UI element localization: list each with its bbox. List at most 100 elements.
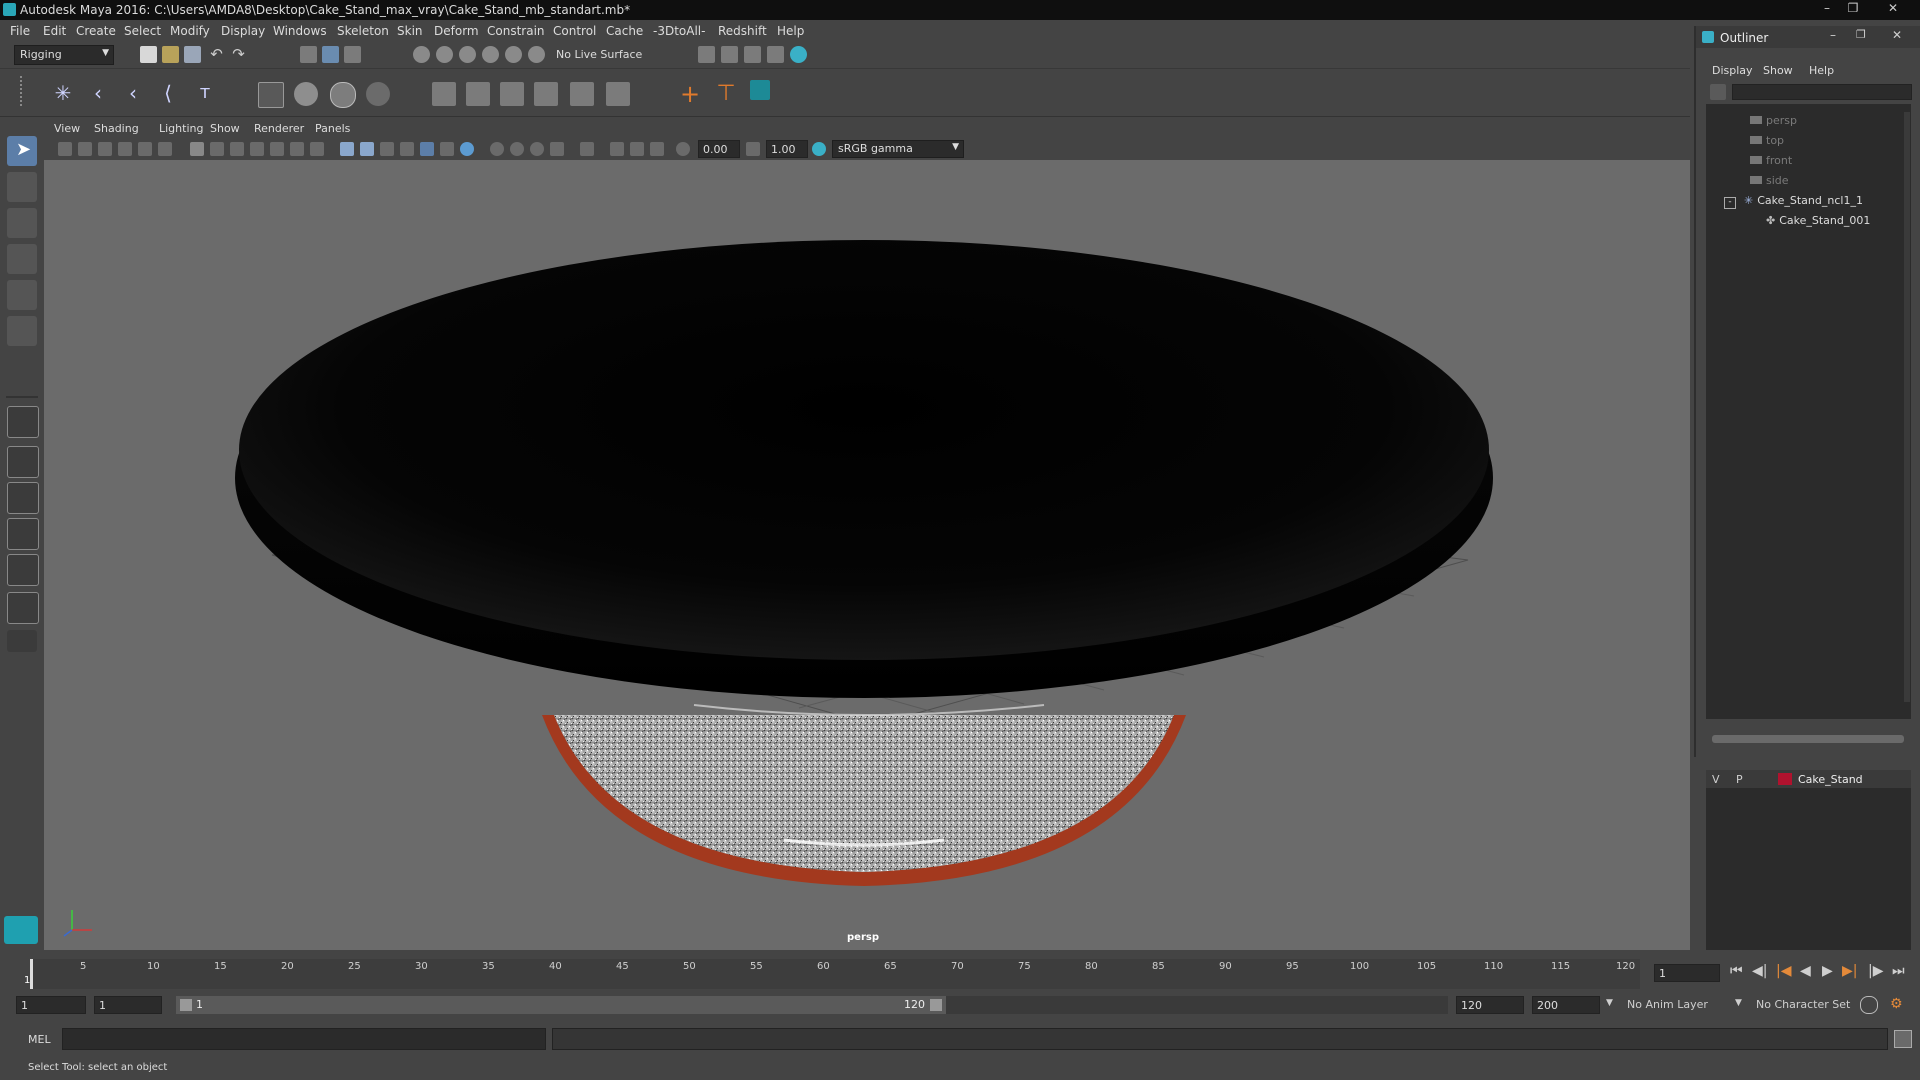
menu-constrain[interactable]: Constrain [487,24,545,38]
select-component-icon[interactable] [344,46,361,63]
panel-menu-shading[interactable]: Shading [94,122,139,135]
two-d-pan-icon[interactable] [138,142,152,156]
resolution-gate-icon[interactable] [230,142,244,156]
open-scene-icon[interactable] [162,46,179,63]
outliner-filter-icon[interactable] [1710,84,1726,100]
menu-skin[interactable]: Skin [397,24,423,38]
snap-vertex-icon[interactable] [528,46,545,63]
range-end-handle[interactable] [930,999,942,1011]
four-pane-layout-icon[interactable] [7,446,39,478]
ipr-render-icon[interactable] [744,46,761,63]
lasso-tool-icon[interactable] [7,172,37,202]
gamma-icon[interactable] [746,142,760,156]
character-set-label[interactable]: No Character Set [1756,998,1850,1011]
smooth-bind-icon[interactable] [500,82,524,106]
custom-layout-icon[interactable] [7,630,37,652]
xray-icon[interactable] [400,142,414,156]
playback-start-field[interactable]: 1 [94,996,162,1014]
step-back-key-icon[interactable]: ◀| [1752,963,1767,979]
outliner-item-cake-stand-group[interactable]: - ✳ Cake_Stand_ncl1_1 [1724,194,1863,209]
render-current-frame-icon[interactable] [721,46,738,63]
play-backwards-icon[interactable]: ◀ [1800,963,1811,979]
menu-windows[interactable]: Windows [273,24,327,38]
textured-icon[interactable] [420,142,434,156]
command-input[interactable] [62,1028,546,1050]
scale-tool-icon[interactable] [7,316,37,346]
menu-create[interactable]: Create [76,24,116,38]
isolate-select-icon[interactable] [580,142,594,156]
menu-deform[interactable]: Deform [434,24,479,38]
close-icon[interactable]: ✕ [1874,0,1912,18]
camera-select-icon[interactable] [58,142,72,156]
go-to-start-icon[interactable]: ⏮ [1730,963,1743,979]
layer-visibility-toggle[interactable]: V [1712,773,1720,786]
animation-start-field[interactable]: 1 [16,996,86,1014]
perspective-viewport[interactable]: persp [44,160,1690,950]
outliner-item-persp[interactable]: persp [1750,114,1797,127]
panel-menu-panels[interactable]: Panels [315,122,350,135]
menu-skeleton[interactable]: Skeleton [337,24,389,38]
field-chart-icon[interactable] [270,142,284,156]
playback-end-field[interactable]: 120 [1456,996,1524,1014]
lattice-icon[interactable] [258,82,284,108]
hypershade-icon[interactable] [767,46,784,63]
outliner-maximize-icon[interactable]: ❐ [1856,28,1866,41]
bind-skin-icon[interactable] [432,82,456,106]
hypershade-layout-icon[interactable] [7,592,39,624]
ik-handle-icon[interactable]: ‹ [87,82,109,104]
wireframe-icon[interactable] [340,142,354,156]
outliner-item-cake-stand-mesh[interactable]: ✤ Cake_Stand_001 [1766,214,1870,227]
step-forward-frame-icon[interactable]: ▶| [1842,963,1857,979]
panel-menu-view[interactable]: View [54,122,80,135]
range-slider[interactable]: 1 120 [176,996,946,1014]
depth-of-field-icon[interactable] [550,142,564,156]
move-tool-icon[interactable] [7,244,37,274]
film-gate-icon[interactable] [210,142,224,156]
motion-blur-icon[interactable] [510,142,524,156]
outliner-layout-icon[interactable] [7,518,39,550]
time-ruler[interactable]: 1 5 10 15 20 25 30 35 40 45 50 55 60 65 … [24,959,1640,989]
auto-key-icon[interactable] [1860,996,1878,1014]
color-management-icon[interactable] [812,142,826,156]
safe-action-icon[interactable] [290,142,304,156]
grid-toggle-icon[interactable] [190,142,204,156]
screen-space-ao-icon[interactable] [490,142,504,156]
xray-joints-icon[interactable] [610,142,624,156]
smooth-shade-icon[interactable] [360,142,374,156]
backface-icon[interactable] [650,142,664,156]
menu-file[interactable]: File [10,24,30,38]
gate-mask-icon[interactable] [250,142,264,156]
parent-constraint-icon[interactable]: + [678,82,702,106]
humanik-icon[interactable]: т [194,82,216,104]
outliner-item-front[interactable]: front [1750,154,1792,167]
new-scene-icon[interactable] [140,46,157,63]
paint-select-icon[interactable] [7,208,37,238]
current-time-marker[interactable] [30,959,33,989]
script-language-label[interactable]: MEL [28,1033,51,1046]
panel-menu-renderer[interactable]: Renderer [254,122,304,135]
outliner-menu-display[interactable]: Display [1712,64,1753,77]
layer-name[interactable]: Cake_Stand [1798,773,1863,786]
point-constraint-icon[interactable]: ⊤ [714,82,738,106]
single-pane-layout-icon[interactable] [7,406,39,438]
outliner-minimize-icon[interactable]: – [1830,28,1836,42]
outliner-close-icon[interactable]: ✕ [1892,28,1902,42]
range-slider-track[interactable] [946,996,1448,1014]
play-forwards-icon[interactable]: ▶ [1822,963,1833,979]
time-slider[interactable]: 1 5 10 15 20 25 30 35 40 45 50 55 60 65 … [0,955,1690,993]
snap-surface-icon[interactable] [505,46,522,63]
snap-point-icon[interactable] [459,46,476,63]
animation-end-field[interactable]: 200 [1532,996,1600,1014]
cluster-icon[interactable] [294,82,318,106]
snap-view-icon[interactable] [482,46,499,63]
outliner-item-top[interactable]: top [1750,134,1784,147]
rotate-tool-icon[interactable] [7,280,37,310]
maximize-icon[interactable]: ❐ [1842,0,1864,18]
redo-icon[interactable]: ↷ [230,46,247,63]
outliner-search-input[interactable] [1732,84,1912,100]
wrap-icon[interactable] [330,82,356,108]
menu-control[interactable]: Control [553,24,596,38]
outliner-menu-help[interactable]: Help [1809,64,1834,77]
camera-lock-icon[interactable] [78,142,92,156]
select-object-icon[interactable] [322,46,339,63]
